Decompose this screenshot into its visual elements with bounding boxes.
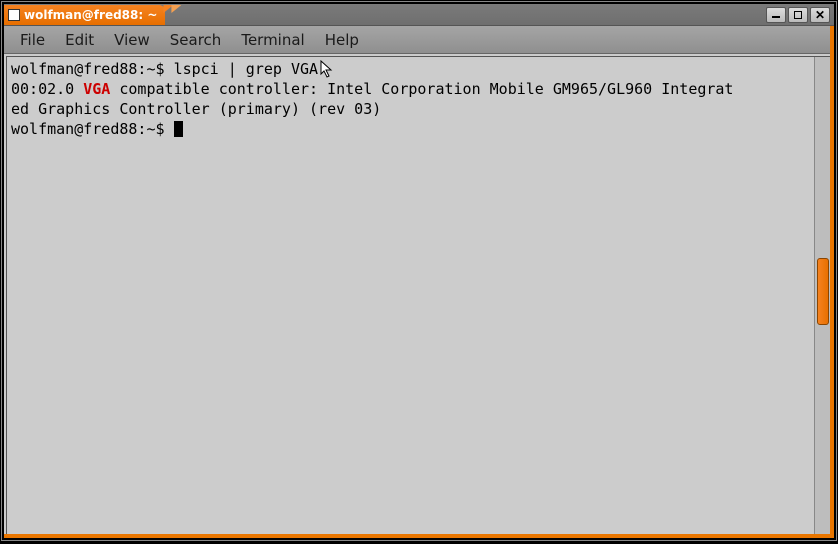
vertical-scrollbar[interactable] — [814, 57, 831, 535]
menu-terminal[interactable]: Terminal — [231, 29, 314, 51]
minimize-button[interactable] — [766, 7, 786, 23]
window-title: wolfman@fred88: ~ — [24, 8, 157, 22]
output-text: 00:02.0 — [11, 80, 83, 98]
terminal-output[interactable]: wolfman@fred88:~$ lspci | grep VGA 00:02… — [7, 57, 814, 535]
terminal-container: wolfman@fred88:~$ lspci | grep VGA 00:02… — [6, 56, 832, 536]
mouse-cursor-icon — [320, 60, 336, 80]
window-title-tab[interactable]: wolfman@fred88: ~ — [4, 5, 165, 25]
menu-view[interactable]: View — [104, 29, 160, 51]
menu-edit[interactable]: Edit — [55, 29, 104, 51]
maximize-button[interactable] — [788, 7, 808, 23]
command-text: lspci | grep VGA — [174, 60, 319, 78]
output-text: ed Graphics Controller (primary) (rev 03… — [11, 100, 381, 118]
text-cursor — [174, 121, 183, 137]
terminal-icon — [8, 9, 20, 21]
window-controls: ✕ — [766, 4, 834, 25]
shell-prompt: wolfman@fred88:~$ — [11, 120, 165, 138]
grep-match: VGA — [83, 80, 110, 98]
menubar: File Edit View Search Terminal Help — [4, 26, 834, 54]
terminal-window: wolfman@fred88: ~ ✕ File Edit View Searc… — [2, 2, 836, 540]
scrollbar-thumb[interactable] — [817, 258, 829, 325]
window-border-decoration — [4, 534, 834, 538]
tab-notch-decoration — [171, 5, 181, 13]
scrollbar-track[interactable] — [815, 57, 831, 535]
titlebar[interactable]: wolfman@fred88: ~ ✕ — [4, 4, 834, 26]
window-border-decoration — [830, 26, 834, 538]
close-button[interactable]: ✕ — [810, 7, 830, 23]
titlebar-tab-group: wolfman@fred88: ~ — [4, 4, 165, 25]
menu-file[interactable]: File — [10, 29, 55, 51]
shell-prompt: wolfman@fred88:~$ — [11, 60, 165, 78]
output-text: compatible controller: Intel Corporation… — [110, 80, 733, 98]
menu-search[interactable]: Search — [160, 29, 232, 51]
menu-help[interactable]: Help — [315, 29, 369, 51]
